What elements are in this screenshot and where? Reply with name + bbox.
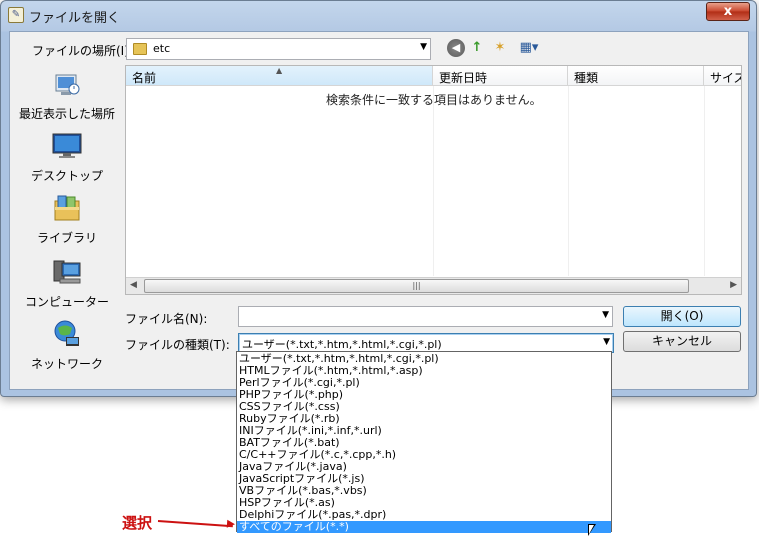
place-label: ライブラリ (36, 231, 97, 245)
column-header-size[interactable]: サイズ (704, 66, 741, 86)
cancel-button[interactable]: キャンセル (623, 331, 741, 352)
location-label: ファイルの場所(I): (32, 44, 133, 58)
place-label: コンピューター (24, 295, 109, 309)
column-divider (433, 86, 434, 276)
place-network[interactable]: ネットワーク (11, 319, 123, 372)
dialog-app-icon: ✎ (8, 7, 24, 23)
open-button[interactable]: 開く(O) (623, 306, 741, 327)
column-divider (704, 86, 705, 276)
desktop-icon (52, 133, 82, 158)
place-label: ネットワーク (30, 357, 103, 371)
column-divider (568, 86, 569, 276)
annotation-arrow (157, 520, 233, 528)
dialog-body: ファイルの場所(I): etc ▼ ◀ ↑ ✶ ▦▾ 最近表示した場所 デスクト… (9, 31, 749, 390)
filename-input[interactable]: ▼ (238, 306, 613, 327)
place-libraries[interactable]: ライブラリ (11, 193, 123, 246)
filetype-label: ファイルの種類(T): (125, 338, 230, 352)
dialog-title: ファイルを開く (29, 11, 121, 26)
place-label: デスクトップ (30, 169, 103, 183)
annotation-arrow-head (226, 519, 236, 529)
network-icon (54, 320, 79, 346)
libraries-icon (54, 195, 80, 221)
column-header-type[interactable]: 種類 (568, 66, 704, 86)
computer-icon (53, 260, 81, 284)
place-recent[interactable]: 最近表示した場所 (11, 69, 123, 122)
column-header-name[interactable]: 名前 ▲ (126, 66, 433, 86)
place-desktop[interactable]: デスクトップ (11, 131, 123, 184)
sort-ascending-icon: ▲ (276, 66, 283, 75)
scroll-thumb[interactable]: ||| (144, 279, 689, 293)
folder-icon (133, 43, 147, 55)
scroll-right-icon[interactable]: ▶ (730, 280, 737, 290)
view-menu-icon[interactable]: ▦▾ (516, 39, 542, 57)
scroll-left-icon[interactable]: ◀ (130, 280, 137, 290)
open-file-dialog: ✎ ファイルを開く x ファイルの場所(I): etc ▼ ◀ ↑ ✶ ▦▾ 最… (0, 0, 757, 397)
location-combo[interactable]: etc ▼ (126, 38, 431, 60)
annotation-label: 選択 (122, 514, 153, 532)
location-value: etc (153, 42, 171, 55)
horizontal-scrollbar[interactable]: ◀ ||| ▶ (126, 277, 741, 294)
back-icon[interactable]: ◀ (447, 39, 465, 57)
chevron-down-icon[interactable]: ▼ (602, 310, 609, 320)
place-label: 最近表示した場所 (18, 107, 115, 121)
filetype-value: ユーザー(*.txt,*.htm,*.html,*.cgi,*.pl) (242, 338, 442, 351)
filetype-select[interactable]: ユーザー(*.txt,*.htm,*.html,*.cgi,*.pl) ▼ (238, 333, 614, 353)
chevron-down-icon[interactable]: ▼ (603, 337, 610, 347)
mouse-cursor-icon (588, 524, 596, 536)
new-folder-icon[interactable]: ✶ (490, 39, 510, 57)
filetype-dropdown-list[interactable]: ユーザー(*.txt,*.htm,*.html,*.cgi,*.pl) HTMLフ… (236, 351, 612, 533)
close-button[interactable]: x (706, 2, 750, 21)
title-bar[interactable]: ✎ ファイルを開く x (1, 1, 756, 31)
filetype-option[interactable]: すべてのファイル(*.*) (237, 521, 611, 533)
recent-places-icon (55, 74, 80, 95)
place-computer[interactable]: コンピューター (11, 257, 123, 310)
file-list[interactable]: 名前 ▲ 更新日時 種類 サイズ 検索条件に一致する項目はありません。 ◀ ||… (125, 65, 742, 295)
column-header-modified[interactable]: 更新日時 (433, 66, 568, 86)
chevron-down-icon[interactable]: ▼ (420, 42, 427, 52)
places-bar: 最近表示した場所 デスクトップ ライブラリ コンピューター ネットワーク (11, 65, 123, 385)
empty-message: 検索条件に一致する項目はありません。 (326, 93, 542, 107)
up-folder-icon[interactable]: ↑ (468, 39, 486, 57)
filename-label: ファイル名(N): (125, 312, 208, 326)
